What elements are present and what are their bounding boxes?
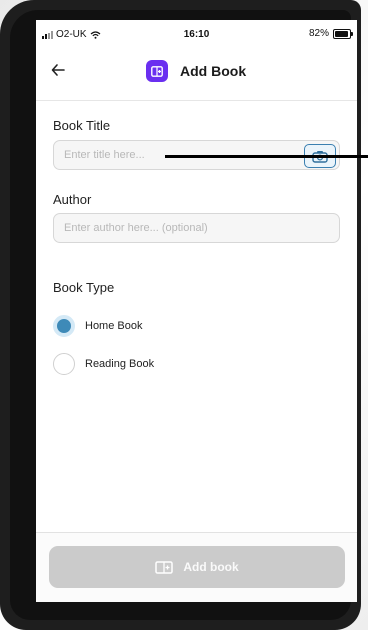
author-input[interactable] xyxy=(53,213,340,243)
book-type-label: Book Type xyxy=(53,280,115,295)
navigation-bar: Add Book xyxy=(36,46,357,101)
book-title-label: Book Title xyxy=(53,118,111,133)
screenshot-stage: O2-UK 16:10 82% Add Book Book Title Ente… xyxy=(0,0,368,630)
arrow-left-icon xyxy=(51,64,65,76)
app-screen: O2-UK 16:10 82% Add Book Book Title Ente… xyxy=(36,20,357,602)
radio-selected-icon[interactable] xyxy=(53,315,75,337)
radio-home-book[interactable]: Home Book xyxy=(53,315,142,337)
footer-bar: Add book xyxy=(36,532,357,602)
radio-label: Home Book xyxy=(85,320,143,332)
add-book-icon xyxy=(146,60,168,82)
radio-reading-book[interactable]: Reading Book xyxy=(53,353,154,375)
add-book-icon xyxy=(155,560,174,574)
radio-label: Reading Book xyxy=(85,358,155,370)
status-right: 82% xyxy=(308,28,353,39)
status-bar: O2-UK 16:10 82% xyxy=(36,20,357,46)
battery-icon xyxy=(333,28,353,39)
add-book-button[interactable]: Add book xyxy=(49,546,345,588)
add-book-label: Add book xyxy=(183,560,239,574)
back-button[interactable] xyxy=(50,60,74,84)
radio-unselected-icon[interactable] xyxy=(53,353,75,375)
author-label: Author xyxy=(53,192,92,207)
battery-percent: 82% xyxy=(308,28,329,39)
annotation-pointer-line xyxy=(165,155,368,158)
page-title: Add Book xyxy=(180,63,247,79)
nav-title-group: Add Book xyxy=(146,60,246,82)
